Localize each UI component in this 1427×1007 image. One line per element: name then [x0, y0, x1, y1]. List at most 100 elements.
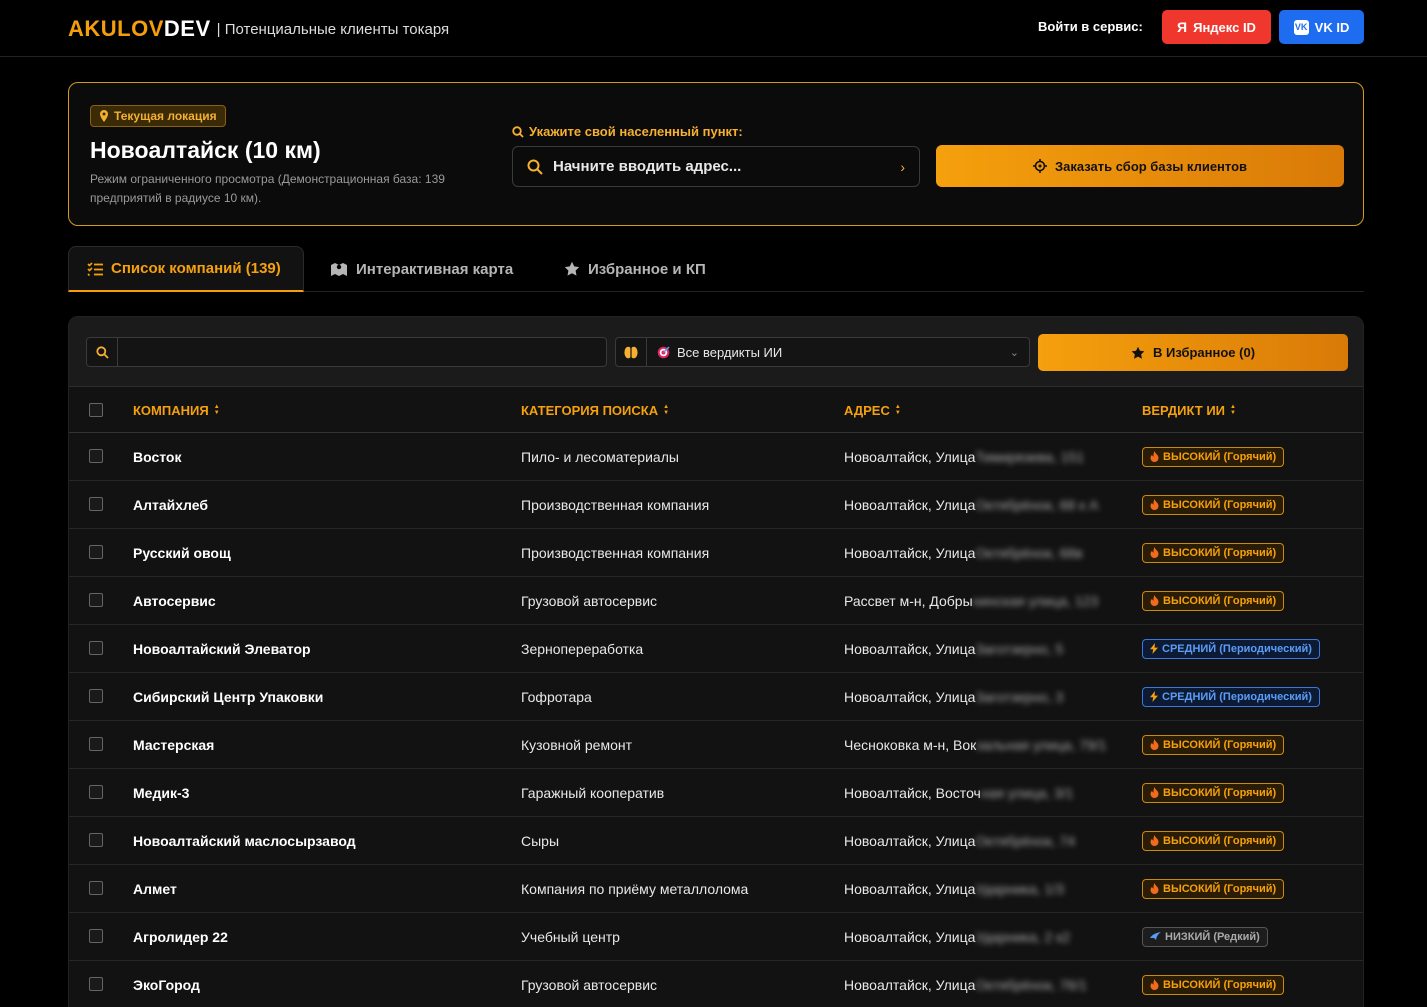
tab-interactive-map-label: Интерактивная карта: [356, 260, 514, 278]
row-checkbox[interactable]: [89, 497, 103, 511]
company-name[interactable]: Автосервис: [133, 577, 216, 624]
verdict-cell: НИЗКИЙ (Редкий): [1142, 913, 1268, 960]
company-name[interactable]: Восток: [133, 433, 182, 480]
company-name[interactable]: Новоалтайский Элеватор: [133, 625, 311, 672]
table-toolbar: Все вердикты ИИ ⌄ В Избранное (0): [69, 317, 1363, 387]
add-to-favorites-label: В Избранное (0): [1152, 345, 1256, 360]
table-row[interactable]: Алтайхлеб Производственная компания Новоал…: [69, 481, 1363, 529]
company-name[interactable]: Медик-3: [133, 769, 189, 816]
company-name[interactable]: Новоалтайский маслосырзавод: [133, 817, 356, 864]
verdict-badge: НИЗКИЙ (Редкий): [1142, 926, 1268, 947]
column-company[interactable]: КОМПАНИЯ ▲ ▼: [133, 387, 220, 433]
row-checkbox[interactable]: [89, 449, 103, 463]
map-icon: [331, 262, 347, 276]
order-database-button[interactable]: Заказать сбор базы клиентов: [936, 145, 1344, 187]
verdict-cell: СРЕДНИЙ (Периодический): [1142, 625, 1320, 672]
column-address[interactable]: АДРЕС ▲ ▼: [844, 387, 901, 433]
address-input[interactable]: [553, 158, 891, 175]
vk-id-button[interactable]: VK VK ID: [1279, 10, 1364, 44]
table-row[interactable]: Восток Пило- и лесоматериалы Новоалтайск, …: [69, 433, 1363, 481]
lightning-icon: [1150, 643, 1158, 654]
row-checkbox[interactable]: [89, 785, 103, 799]
brand-logo[interactable]: AKULOV DEV | Потенциальные клиенты токар…: [68, 15, 449, 43]
address-hidden: Октябрёнок, 76/1: [975, 976, 1087, 993]
address-hidden: Ударника, 2 к2: [975, 928, 1071, 945]
verdict-select-value: Все вердикты ИИ: [677, 344, 783, 360]
table-row[interactable]: Мастерская Кузовной ремонт Чесноковка м-н,…: [69, 721, 1363, 769]
location-description: Режим ограниченного просмотра (Демонстра…: [90, 172, 445, 205]
tab-favorites-label: Избранное и КП: [588, 260, 706, 278]
address-visible: Новоалтайск, Улица: [844, 640, 976, 657]
add-to-favorites-button[interactable]: В Избранное (0): [1038, 334, 1348, 371]
table-row[interactable]: Русский овощ Производственная компания Нов…: [69, 529, 1363, 577]
row-checkbox[interactable]: [89, 641, 103, 655]
row-checkbox[interactable]: [89, 593, 103, 607]
companies-table-card: Все вердикты ИИ ⌄ В Избранное (0) КОМПАН…: [68, 316, 1364, 1007]
vk-id-label: VK ID: [1314, 19, 1350, 35]
tab-favorites[interactable]: Избранное и КП: [564, 246, 706, 292]
company-address: Новоалтайск, Улица Заготзерно, 5: [844, 625, 1063, 672]
company-name[interactable]: Мастерская: [133, 721, 214, 768]
company-name[interactable]: Сибирский Центр Упаковки: [133, 673, 323, 720]
select-all-checkbox[interactable]: [89, 403, 103, 417]
company-name[interactable]: Алмет: [133, 865, 177, 912]
company-name[interactable]: Алтайхлеб: [133, 481, 208, 528]
company-search-input[interactable]: [118, 338, 606, 366]
dart-target-icon: [657, 345, 670, 358]
table-row[interactable]: ЭкоГород Грузовой автосервис Новоалтайск, …: [69, 961, 1363, 1007]
company-category: Учебный центр: [521, 928, 620, 945]
verdict-select[interactable]: Все вердикты ИИ ⌄: [647, 338, 1029, 366]
location-title: Новоалтайск (10 км): [90, 137, 321, 163]
table-row[interactable]: Новоалтайский Элеватор Зернопереработка Но…: [69, 625, 1363, 673]
row-checkbox[interactable]: [89, 689, 103, 703]
verdict-filter[interactable]: Все вердикты ИИ ⌄: [615, 337, 1030, 367]
verdict-badge-label: ВЫСОКИЙ (Горячий): [1163, 834, 1277, 847]
list-check-icon: [87, 261, 103, 276]
column-verdict[interactable]: ВЕРДИКТ ИИ ▲ ▼: [1142, 387, 1236, 433]
row-checkbox[interactable]: [89, 977, 103, 991]
address-hidden: Тимирязева, 151: [975, 448, 1085, 465]
fire-icon: [1150, 787, 1159, 798]
company-address: Новоалтайск, Восточ ная улица, 3/1: [844, 769, 1074, 816]
row-checkbox[interactable]: [89, 545, 103, 559]
brain-icon-box: [616, 338, 647, 366]
sort-icon: ▲ ▼: [663, 404, 670, 416]
table-row[interactable]: Автосервис Грузовой автосервис Рассвет м-н…: [69, 577, 1363, 625]
yandex-id-button[interactable]: Я Яндекс ID: [1162, 10, 1271, 44]
tab-interactive-map[interactable]: Интерактивная карта: [330, 246, 513, 292]
column-category[interactable]: КАТЕГОРИЯ ПОИСКА ▲ ▼: [521, 387, 669, 433]
row-checkbox[interactable]: [89, 929, 103, 943]
yandex-logo-icon: Я: [1177, 19, 1188, 35]
company-category: Сыры: [521, 832, 560, 849]
table-row[interactable]: Сибирский Центр Упаковки Гофротара Новоалт…: [69, 673, 1363, 721]
sort-icon: ▲ ▼: [894, 404, 901, 416]
search-field[interactable]: [86, 337, 607, 367]
table-row[interactable]: Медик-3 Гаражный кооператив Новоалтайск, В…: [69, 769, 1363, 817]
address-hidden: нинская улица, 123: [972, 592, 1099, 609]
fire-icon: [1150, 979, 1159, 990]
company-name[interactable]: Агролидер 22: [133, 913, 228, 960]
column-category-label: КАТЕГОРИЯ ПОИСКА: [521, 402, 659, 418]
table-row[interactable]: Алмет Компания по приёму металлолома Новоа…: [69, 865, 1363, 913]
fire-icon: [1150, 451, 1159, 462]
tab-company-list[interactable]: Список компаний (139): [68, 246, 304, 292]
column-company-label: КОМПАНИЯ: [133, 402, 209, 418]
row-checkbox[interactable]: [89, 881, 103, 895]
table-row[interactable]: Агролидер 22 Учебный центр Новоалтайск, Ул…: [69, 913, 1363, 961]
verdict-cell: СРЕДНИЙ (Периодический): [1142, 673, 1320, 720]
company-address: Чесноковка м-н, Вок зальная улица, 79/1: [844, 721, 1106, 768]
table-row[interactable]: Новоалтайский маслосырзавод Сыры Новоалтай…: [69, 817, 1363, 865]
login-label: Войти в сервис:: [1038, 19, 1143, 34]
row-checkbox[interactable]: [89, 833, 103, 847]
company-category: Гаражный кооператив: [521, 784, 665, 801]
verdict-cell: ВЫСОКИЙ (Горячий): [1142, 961, 1285, 1007]
company-name[interactable]: Русский овощ: [133, 529, 231, 576]
company-name[interactable]: ЭкоГород: [133, 961, 200, 1007]
fire-icon: [1150, 547, 1159, 558]
company-address: Новоалтайск, Улица Ударника, 1/3: [844, 865, 1064, 912]
verdict-cell: ВЫСОКИЙ (Горячий): [1142, 433, 1285, 480]
address-visible: Чесноковка м-н, Вок: [844, 736, 977, 753]
verdict-badge-label: СРЕДНИЙ (Периодический): [1162, 690, 1312, 703]
row-checkbox[interactable]: [89, 737, 103, 751]
address-input-wrapper[interactable]: ›: [512, 146, 920, 187]
